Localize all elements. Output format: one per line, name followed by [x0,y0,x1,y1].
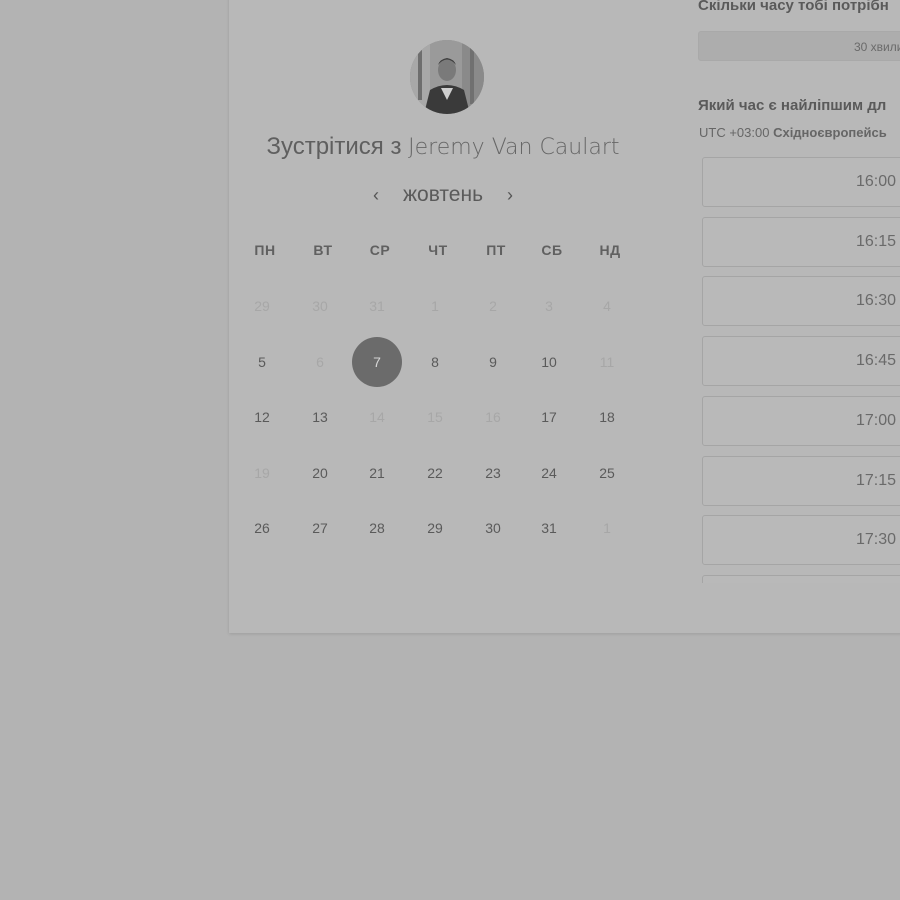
calendar-day[interactable]: 31 [524,503,574,553]
time-slot-button[interactable]: 16:00 [702,157,900,207]
calendar-day-selected[interactable]: 7 [352,337,402,387]
time-slot-button[interactable]: 16:30 [702,276,900,327]
calendar-day[interactable]: 22 [410,448,460,498]
calendar-day[interactable]: 10 [524,337,574,387]
calendar-day[interactable]: 13 [295,392,345,442]
time-pane: Скільки часу тобі потрібн 30 хвили Який … [698,0,900,633]
calendar-day: 4 [603,298,611,314]
calendar-day: 19 [254,465,270,481]
calendar-day: 29 [254,298,270,314]
calendar-day: 30 [312,298,328,314]
calendar-day: 1 [431,298,439,314]
calendar-day[interactable]: 28 [352,503,402,553]
calendar-day[interactable]: 20 [295,448,345,498]
calendar-day: 14 [369,409,385,425]
timezone-offset: UTC +03:00 [699,125,770,140]
calendar-day: 31 [369,298,385,314]
time-question: Який час є найліпшим дл [698,97,887,114]
calendar-day: 16 [485,409,501,425]
time-slot-button[interactable]: 17:15 [702,455,900,506]
calendar-day: 3 [545,298,553,314]
time-slot-button[interactable]: 17:00 [702,395,900,446]
calendar-pane: Зустрітися з Jeremy Van Caulart ‹ жовтен… [229,0,657,633]
calendar-day[interactable]: 25 [582,448,632,498]
time-slot-button[interactable]: 16:15 [702,216,900,267]
time-slot-button[interactable]: 17:30 [702,515,900,566]
time-slot-list: 16:00 16:15 16:30 16:45 17:00 17:15 17:30 [702,157,900,583]
modal-overlay: Зустрітися з Jeremy Van Caulart ‹ жовтен… [0,0,900,900]
calendar-day[interactable]: 27 [295,503,345,553]
calendar-day[interactable]: 21 [352,448,402,498]
calendar-day[interactable]: 8 [410,337,460,387]
timezone-label[interactable]: UTC +03:00 Східноєвропейсь [699,125,887,140]
calendar-day[interactable]: 29 [410,503,460,553]
calendar-day: 1 [603,520,611,536]
calendar-day[interactable]: 9 [468,337,518,387]
booking-card: Зустрітися з Jeremy Van Caulart ‹ жовтен… [229,0,900,633]
calendar-day[interactable]: 24 [524,448,574,498]
calendar-day: 15 [427,409,443,425]
calendar-day[interactable]: 23 [468,448,518,498]
calendar-day: 11 [599,354,615,370]
calendar-day: 2 [489,298,497,314]
calendar-day[interactable]: 18 [582,392,632,442]
calendar-day: 6 [316,354,324,370]
calendar-day[interactable]: 5 [237,337,287,387]
duration-question: Скільки часу тобі потрібн [698,0,889,14]
calendar-day[interactable]: 12 [237,392,287,442]
timezone-name: Східноєвропейсь [773,125,887,140]
time-slot-button[interactable] [702,574,900,583]
calendar-day[interactable]: 26 [237,503,287,553]
duration-selector[interactable]: 30 хвили [698,31,900,61]
calendar-grid: 29 30 31 1 2 3 4 5 6 7 8 9 10 11 12 13 14 15 16 17 18 19 20 21 2… [229,0,657,633]
calendar-day[interactable]: 17 [524,392,574,442]
calendar-day[interactable]: 30 [468,503,518,553]
time-slot-button[interactable]: 16:45 [702,336,900,387]
